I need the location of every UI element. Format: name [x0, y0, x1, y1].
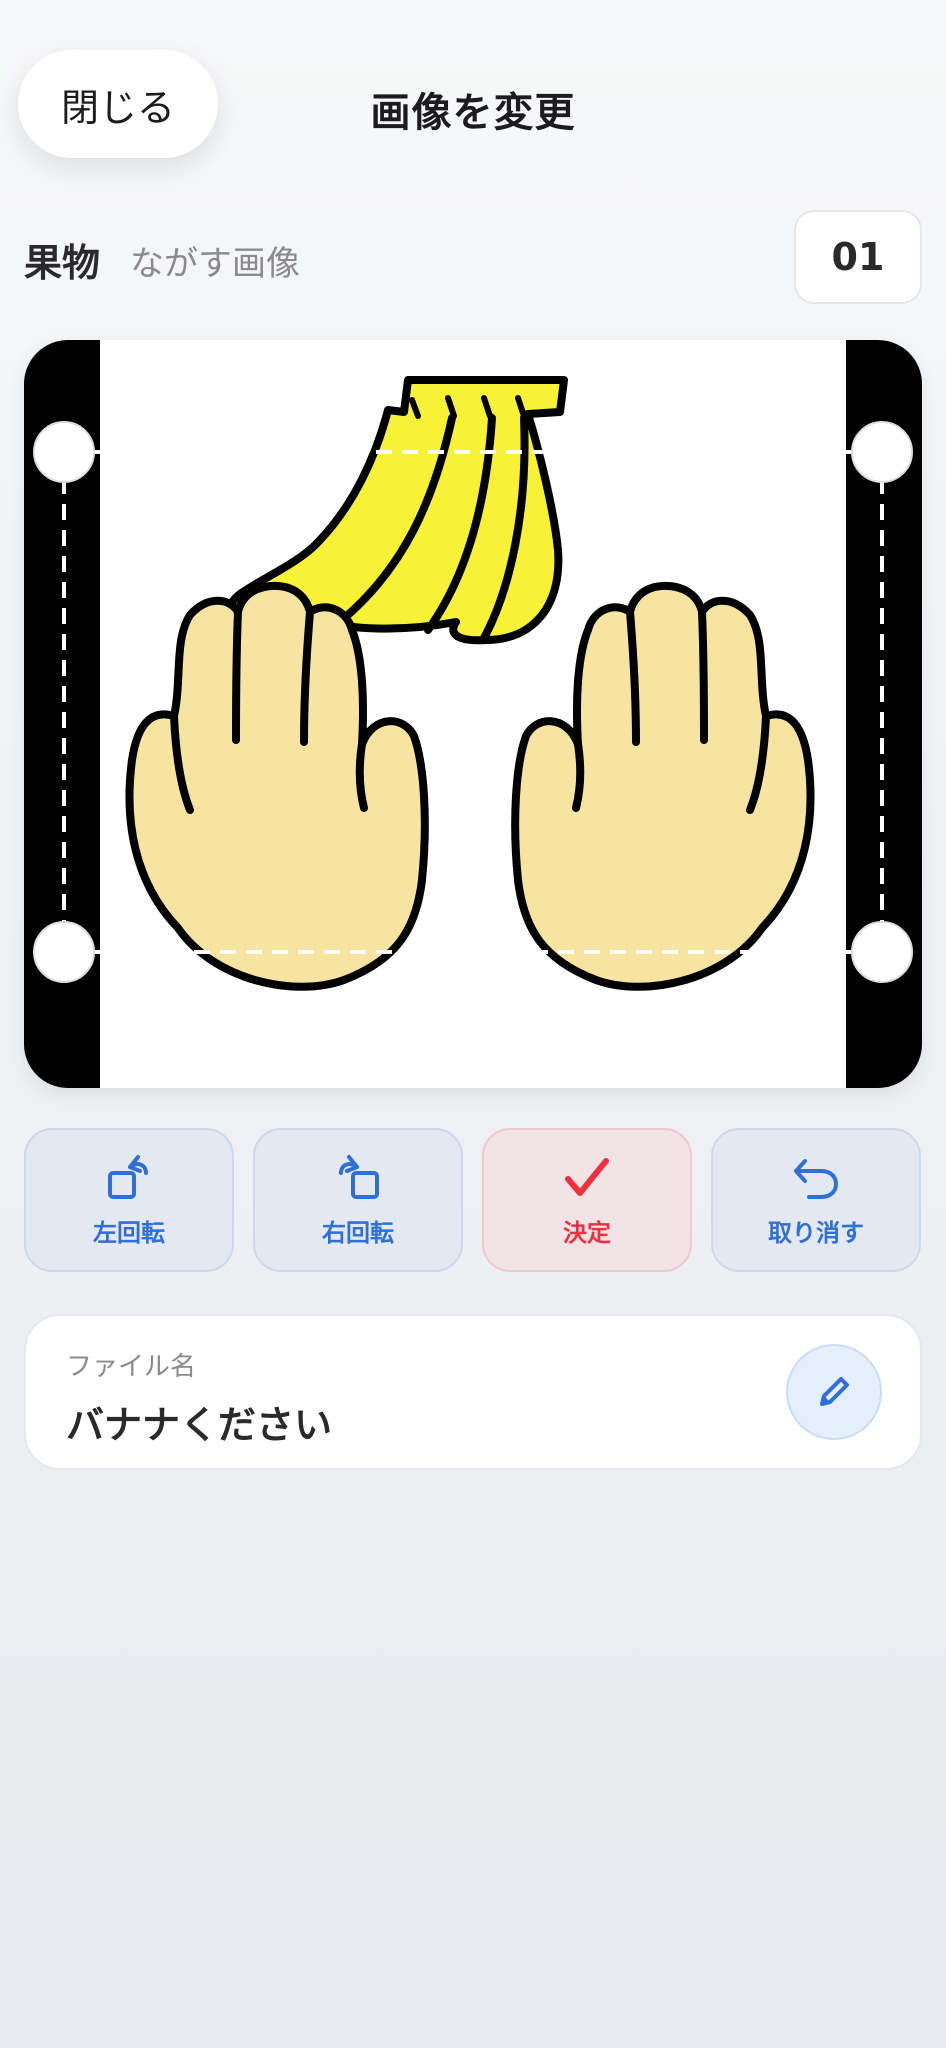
edit-file-name-button[interactable]	[786, 1344, 882, 1440]
crop-canvas	[33, 340, 913, 1088]
crop-handle-bottom-right[interactable]	[851, 921, 913, 983]
file-name-value: バナナください	[66, 1403, 333, 1447]
file-name-label: ファイル名	[66, 1352, 197, 1382]
image-subtitle: ながす画像	[130, 244, 300, 284]
rotate-right-icon	[339, 1154, 379, 1199]
crop-handle-top-right[interactable]	[851, 421, 913, 483]
crop-handle-top-left[interactable]	[33, 421, 95, 483]
undo-button[interactable]: 取り消す	[711, 1128, 921, 1272]
rotate-right-label: 右回転	[322, 1218, 394, 1247]
confirm-button[interactable]: 決定	[482, 1128, 692, 1272]
rotate-left-icon	[108, 1154, 148, 1199]
page-title: 画像を変更	[370, 90, 576, 136]
checkmark-icon	[565, 1157, 609, 1196]
confirm-label: 決定	[563, 1218, 611, 1247]
image-number-badge[interactable]: 01	[794, 210, 922, 304]
rotate-left-label: 左回転	[93, 1218, 165, 1247]
rotate-left-button[interactable]: 左回転	[24, 1128, 234, 1272]
undo-label: 取り消す	[768, 1218, 864, 1247]
file-name-card: ファイル名 バナナください	[24, 1314, 922, 1470]
rotate-right-button[interactable]: 右回転	[253, 1128, 463, 1272]
pencil-icon	[820, 1377, 849, 1406]
category-label: 果物	[24, 241, 101, 285]
crop-handle-bottom-left[interactable]	[33, 921, 95, 983]
image-crop-editor[interactable]	[24, 340, 922, 1088]
undo-icon	[794, 1158, 839, 1199]
